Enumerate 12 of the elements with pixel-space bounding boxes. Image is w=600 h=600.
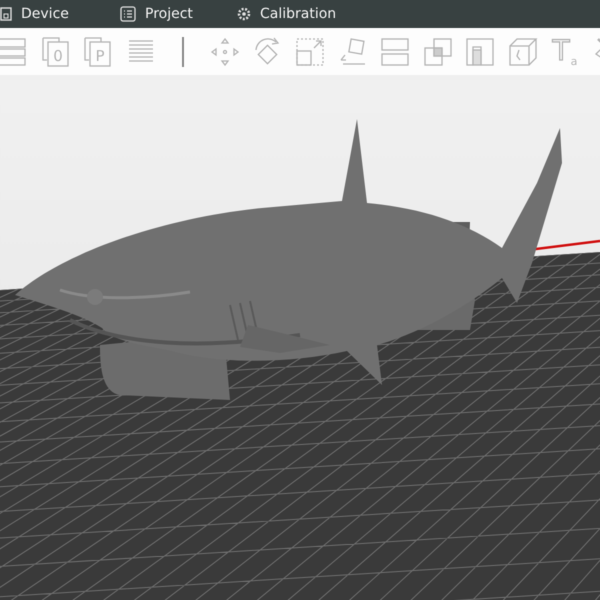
boolean-icon[interactable]: [422, 36, 454, 68]
list-icon: [120, 6, 136, 22]
gear-icon: [237, 7, 251, 21]
cube-icon[interactable]: [506, 36, 539, 68]
nav-tab[interactable]: Calibration: [232, 6, 402, 22]
support-paint-icon[interactable]: [464, 36, 496, 68]
move-icon[interactable]: [209, 36, 242, 68]
cut-icon[interactable]: [379, 36, 412, 68]
nav-tab[interactable]: Project: [115, 6, 232, 22]
device-icon: [0, 6, 12, 22]
nav-tab[interactable]: Device: [0, 6, 115, 22]
scale-icon[interactable]: [294, 36, 326, 68]
